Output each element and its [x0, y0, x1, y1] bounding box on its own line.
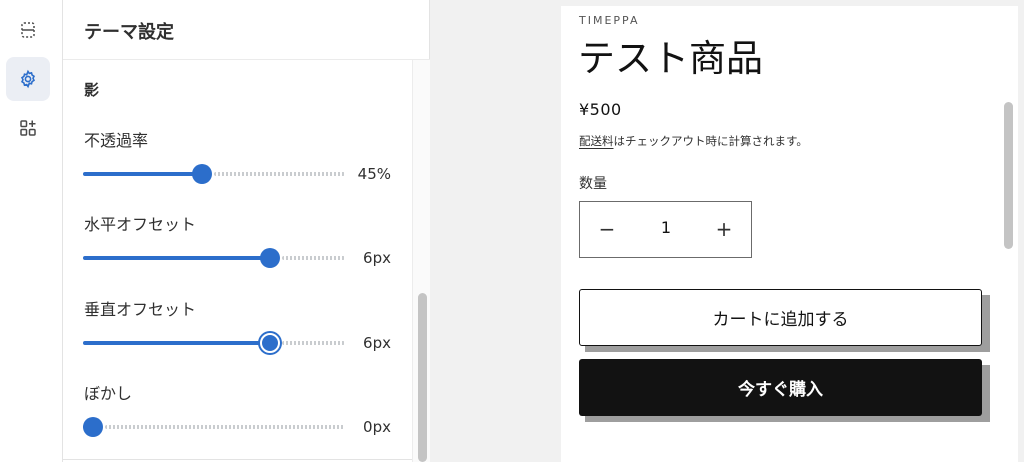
product-title: テスト商品	[578, 37, 763, 80]
settings-panel: テーマ設定 影 不透過率 45% 水平オフセット 6px 垂直オフセット 6px	[63, 0, 430, 462]
shipping-text: はチェックアウト時に計算されます。	[613, 134, 808, 148]
opacity-label: 不透過率	[84, 131, 149, 150]
slider-thumb[interactable]	[259, 248, 280, 268]
vertical-offset-label: 垂直オフセット	[84, 300, 197, 319]
opacity-slider[interactable]	[83, 163, 355, 185]
slider-thumb[interactable]	[191, 164, 212, 184]
slider-track	[105, 425, 345, 429]
gear-icon	[20, 69, 36, 89]
slider-track	[281, 341, 345, 345]
product-price: ¥500	[579, 100, 622, 119]
quantity-increase-button[interactable]: +	[711, 216, 737, 242]
slider-thumb[interactable]	[259, 333, 280, 353]
apps-button[interactable]	[6, 106, 50, 150]
buy-now-button[interactable]: 今すぐ購入	[579, 359, 982, 416]
quantity-input[interactable]: 1	[650, 218, 682, 237]
shipping-note: 配送料はチェックアウト時に計算されます。	[579, 133, 808, 149]
slider-track	[213, 172, 345, 176]
add-to-cart-button[interactable]: カートに追加する	[579, 289, 982, 346]
divider	[63, 459, 412, 460]
section-title-shadow: 影	[84, 81, 100, 99]
vertical-offset-slider[interactable]	[83, 332, 355, 354]
slider-track	[281, 256, 345, 260]
slider-fill	[83, 341, 270, 345]
slider-fill	[83, 172, 202, 176]
horizontal-offset-value: 6px	[363, 249, 391, 267]
panel-title: テーマ設定	[84, 22, 174, 43]
apps-add-icon	[20, 120, 36, 136]
quantity-label: 数量	[579, 176, 607, 192]
panel-header: テーマ設定	[63, 0, 430, 60]
quantity-stepper: − 1 +	[579, 201, 752, 258]
vendor-name: TIMEPPA	[579, 14, 640, 27]
preview-scrollbar[interactable]	[1004, 102, 1013, 249]
horizontal-offset-slider[interactable]	[83, 247, 355, 269]
blur-label: ぼかし	[84, 384, 133, 403]
sections-button[interactable]	[6, 8, 50, 52]
sections-icon	[21, 22, 35, 38]
theme-settings-button[interactable]	[6, 57, 50, 101]
slider-fill	[83, 256, 270, 260]
icon-rail	[0, 0, 63, 462]
slider-thumb[interactable]	[83, 417, 103, 437]
product-preview: TIMEPPA テスト商品 ¥500 配送料はチェックアウト時に計算されます。 …	[561, 6, 1018, 462]
blur-slider[interactable]	[83, 416, 355, 438]
vertical-offset-value: 6px	[363, 334, 391, 352]
opacity-value: 45%	[357, 165, 391, 183]
panel-scrollbar[interactable]	[418, 293, 427, 462]
quantity-decrease-button[interactable]: −	[594, 216, 620, 242]
horizontal-offset-label: 水平オフセット	[84, 215, 197, 234]
blur-value: 0px	[363, 418, 391, 436]
shipping-link[interactable]: 配送料	[579, 134, 614, 148]
theme-editor: テーマ設定 影 不透過率 45% 水平オフセット 6px 垂直オフセット 6px	[0, 0, 1024, 462]
